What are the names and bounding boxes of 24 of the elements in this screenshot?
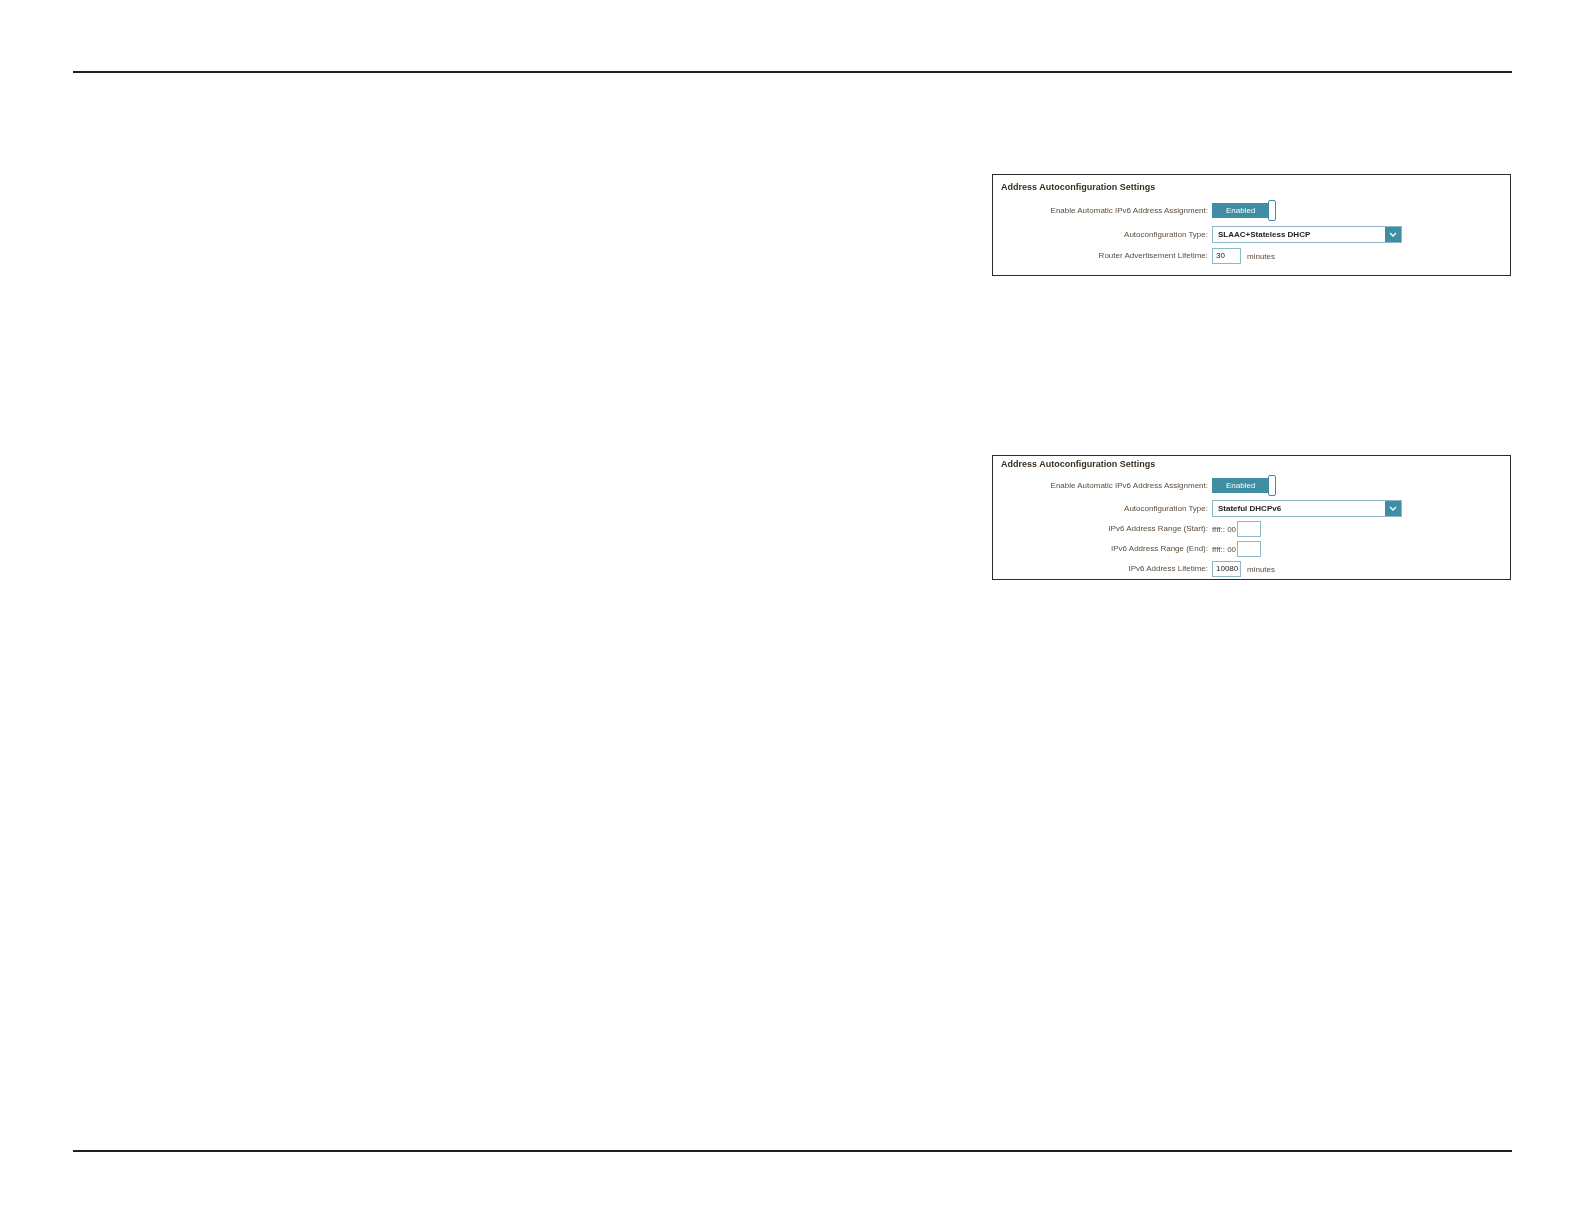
address-prefix: ffff:: 00 [1212,544,1237,554]
field-label: Router Advertisement Lifetime: [1098,251,1208,261]
toggle-switch[interactable]: Enabled [1212,200,1277,221]
chevron-down-icon[interactable] [1385,501,1401,516]
field-label: Enable Automatic IPv6 Address Assignment: [1050,205,1208,216]
text-field[interactable]: 30 [1212,248,1241,264]
text-field[interactable]: 10080 [1212,561,1241,577]
field-label: IPv6 Address Lifetime: [1128,564,1208,574]
text-field[interactable] [1237,541,1262,557]
field-label: Enable Automatic IPv6 Address Assignment: [1050,480,1208,491]
field-label: Autoconfiguration Type: [1124,229,1208,240]
field-label: IPv6 Address Range (End): [1111,544,1208,554]
field-label: IPv6 Address Range (Start): [1108,524,1208,534]
unit-label: minutes [1247,251,1275,261]
dropdown[interactable]: Stateful DHCPv6 [1212,500,1402,517]
panel-title: Address Autoconfiguration Settings [1001,458,1157,470]
field-label: Autoconfiguration Type: [1124,503,1208,514]
toggle-switch[interactable]: Enabled [1212,475,1277,496]
chevron-down-icon[interactable] [1385,227,1401,242]
panel-title: Address Autoconfiguration Settings [1001,181,1157,193]
address-prefix: ffff:: 00 [1212,524,1237,534]
text-field[interactable] [1237,521,1262,537]
unit-label: minutes [1247,564,1275,574]
dropdown[interactable]: SLAAC+Stateless DHCP [1212,226,1402,243]
